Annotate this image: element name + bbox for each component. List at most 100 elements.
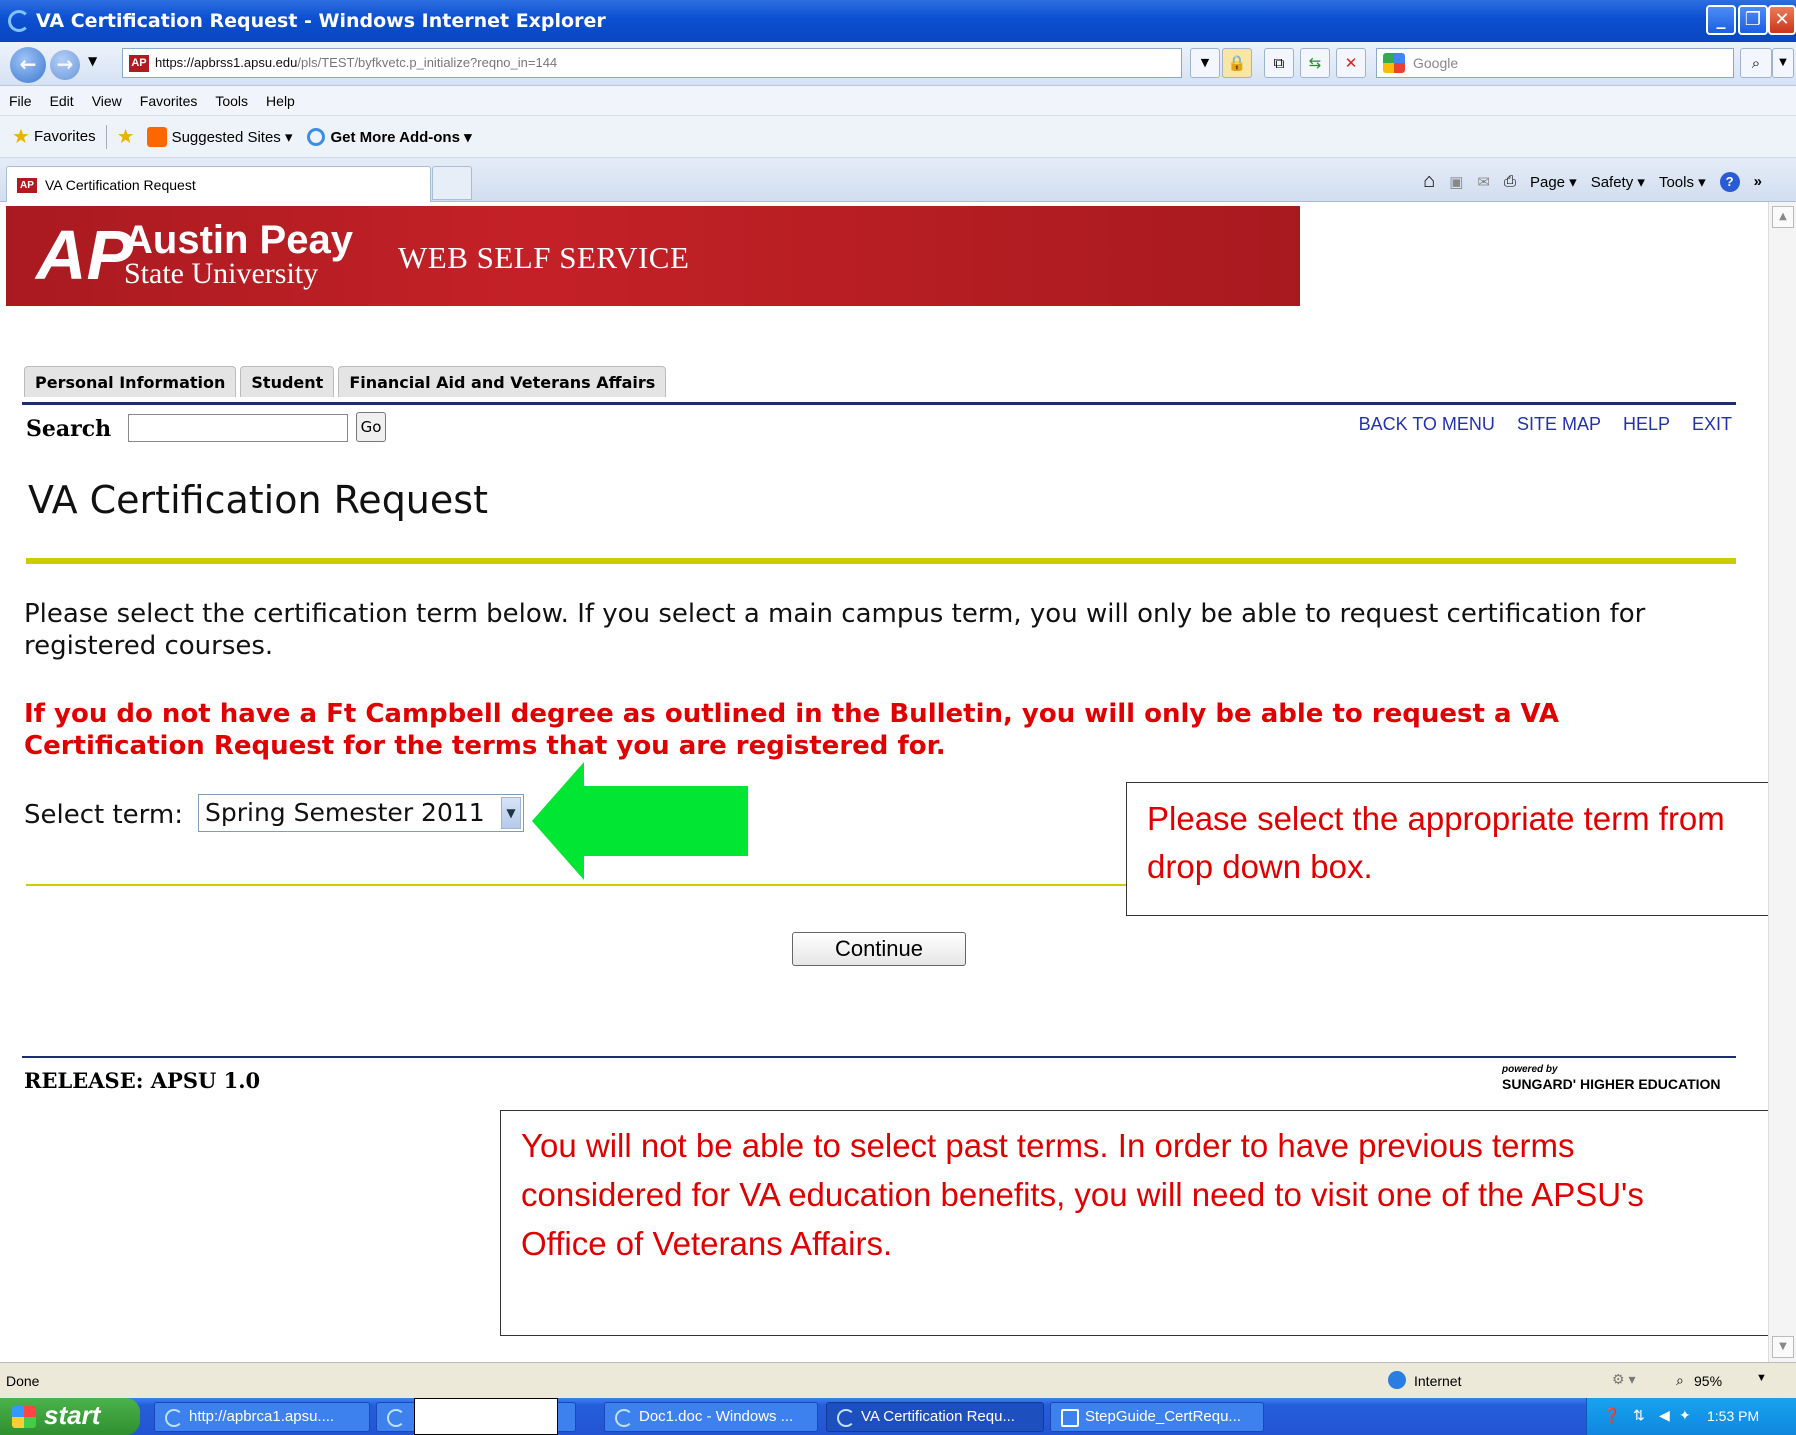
zoom-icon[interactable]: ⌕ [1676,1372,1684,1389]
back-button[interactable]: ← [10,47,46,83]
tray-arrow-icon[interactable]: ◀ [1659,1407,1670,1424]
start-button[interactable]: start [0,1398,140,1435]
menu-view[interactable]: View [83,93,131,109]
page-menu[interactable]: Page ▾ [1530,173,1577,191]
window-title: VA Certification Request - Windows Inter… [36,10,606,32]
close-button[interactable]: ✕ [1768,5,1796,35]
task-label: http://apbrca1.apsu.... [189,1408,335,1425]
footer-divider [22,1056,1736,1058]
search-placeholder: Google [1413,55,1459,71]
tray-app-icon[interactable]: ✦ [1679,1407,1691,1424]
globe-icon [1388,1371,1406,1389]
powered-by-label: powered by [1502,1064,1558,1075]
menu-file[interactable]: File [0,93,41,109]
task-va-certification[interactable]: VA Certification Requ... [826,1402,1044,1432]
title-divider [26,558,1736,564]
nav-divider [22,402,1736,405]
home-icon[interactable]: ⌂ [1423,170,1435,193]
menu-tools[interactable]: Tools [206,93,257,109]
add-favorite-icon[interactable]: ★ [117,124,135,149]
menu-favorites[interactable]: Favorites [131,93,207,109]
status-text: Done [6,1373,40,1389]
ie-icon [837,1409,855,1427]
term-callout: Please select the appropriate term from … [1126,782,1768,916]
url-path: /pls/TEST/byfkvetc.p_initialize?reqno_in… [297,55,558,70]
tray-help-icon[interactable]: ❓ [1603,1407,1620,1424]
chevron-down-icon[interactable]: ▼ [501,797,521,829]
past-callout-line1: You will not be able to select past term… [521,1127,1575,1164]
address-dropdown-icon[interactable]: ▼ [1190,48,1220,78]
scroll-down-icon[interactable]: ▼ [1772,1336,1794,1358]
task-label: VA Certification Requ... [861,1408,1015,1425]
tab-personal-information[interactable]: Personal Information [24,366,237,397]
tab-financial-aid[interactable]: Financial Aid and Veterans Affairs [338,366,667,397]
web-page: AP Austin Peay State University WEB SELF… [6,202,1768,1362]
search-go-icon[interactable]: ⌕ [1740,48,1772,78]
forward-button[interactable]: → [50,50,80,80]
lock-icon[interactable]: 🔒 [1222,48,1252,78]
tab-bar: AP VA Certification Request ⌂ ▣ ✉ ⎙ Page… [0,158,1796,202]
system-tray: ❓ ⇅ ◀ ✦ 1:53 PM [1586,1398,1796,1435]
help-link[interactable]: HELP [1623,414,1670,435]
site-map-link[interactable]: SITE MAP [1517,414,1601,435]
term-select[interactable]: Spring Semester 2011 ▼ [198,794,524,832]
menu-edit[interactable]: Edit [41,93,83,109]
task-doc1[interactable]: Doc1.doc - Windows ... [604,1402,818,1432]
favorites-button[interactable]: Favorites [34,128,96,145]
ie-icon [165,1409,183,1427]
vertical-scrollbar[interactable]: ▲ ▼ [1768,202,1796,1362]
suggested-sites-button[interactable]: Suggested Sites ▾ [172,128,293,146]
maximize-button[interactable]: ❐ [1738,5,1768,35]
safety-menu[interactable]: Safety ▾ [1591,173,1645,191]
suggested-sites-icon [146,126,167,147]
command-bar: ⌂ ▣ ✉ ⎙ Page ▾ Safety ▾ Tools ▾ ? » [1423,170,1762,193]
task-stepguide[interactable]: StepGuide_CertRequ... [1050,1402,1264,1432]
site-search-input[interactable] [128,414,348,442]
tab-title: VA Certification Request [45,177,196,193]
task-ie-apbrca1[interactable]: http://apbrca1.apsu.... [154,1402,370,1432]
go-button[interactable]: Go [356,412,386,442]
new-tab-button[interactable] [432,166,472,200]
favorites-star-icon: ★ [12,126,30,148]
tab-favicon: AP [17,178,37,193]
minimize-button[interactable]: _ [1706,5,1736,35]
university-name-line1: Austin Peay [124,218,353,262]
url-domain: https://apbrss1.apsu.edu [155,55,298,70]
tab-va-certification[interactable]: AP VA Certification Request [6,166,431,202]
ie-icon [8,10,30,32]
document-icon [1061,1409,1079,1427]
tray-network-icon[interactable]: ⇅ [1633,1407,1645,1424]
term-callout-line1: Please select the appropriate term from [1147,800,1725,837]
continue-button[interactable]: Continue [792,932,966,966]
tools-menu[interactable]: Tools ▾ [1659,173,1706,191]
warning-text: If you do not have a Ft Campbell degree … [24,699,1560,761]
ie-icon [387,1409,405,1427]
mail-icon[interactable]: ✉ [1477,173,1490,191]
search-options-icon[interactable]: ▼ [1772,48,1794,78]
green-arrow-annotation [532,762,748,880]
address-input[interactable]: AP https://apbrss1.apsu.edu/pls/TEST/byf… [122,48,1182,78]
page-title: VA Certification Request [28,478,488,522]
zoom-level[interactable]: 95% [1694,1373,1722,1389]
menu-help[interactable]: Help [257,93,304,109]
stop-icon[interactable]: ✕ [1336,48,1366,78]
print-icon[interactable]: ⎙ [1504,173,1516,190]
favorites-bar: ★ Favorites ★ Suggested Sites ▾ Get More… [0,116,1796,158]
tab-student[interactable]: Student [240,366,335,397]
compatibility-icon[interactable]: ⧉ [1264,48,1294,78]
help-icon[interactable]: ? [1719,171,1740,192]
protected-mode-icon[interactable]: ⚙ ▾ [1612,1371,1635,1388]
chevron-more-icon[interactable]: » [1754,173,1762,190]
get-addons-button[interactable]: Get More Add-ons ▾ [331,128,472,146]
scroll-up-icon[interactable]: ▲ [1772,206,1794,228]
feeds-icon[interactable]: ▣ [1449,173,1463,191]
sungard-logo: SUNGARD' HIGHER EDUCATION [1502,1076,1721,1092]
refresh-icon[interactable]: ⇆ [1300,48,1330,78]
history-dropdown-icon[interactable]: ▼ [88,54,97,68]
zoom-dropdown-icon[interactable]: ▼ [1756,1372,1767,1384]
redaction-box [414,1398,558,1435]
back-to-menu-link[interactable]: BACK TO MENU [1359,414,1495,435]
exit-link[interactable]: EXIT [1692,414,1732,435]
windows-taskbar: start http://apbrca1.apsu.... Doc1.doc -… [0,1398,1796,1435]
search-box[interactable]: Google [1376,48,1734,78]
